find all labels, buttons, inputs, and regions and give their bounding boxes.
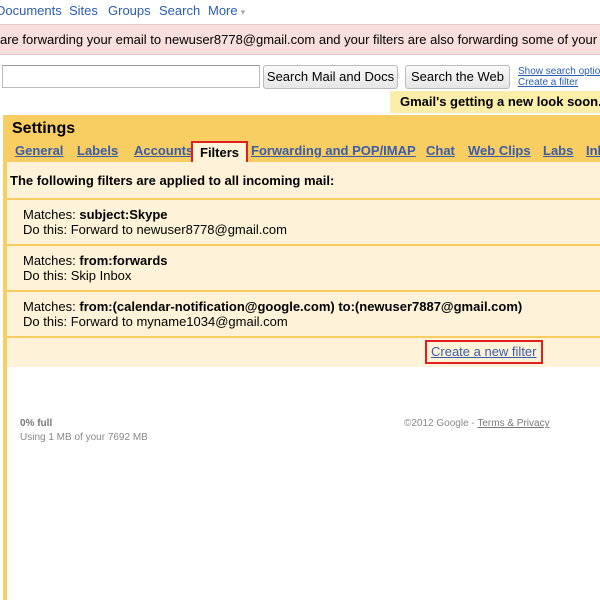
copyright: ©2012 Google - [404, 418, 478, 429]
action-label: Do this: [23, 222, 68, 237]
storage-usage: Using 1 MB of your 7692 MB [20, 432, 148, 443]
top-navigation: Documents Sites Groups Search More ▾ [0, 0, 600, 22]
search-links: Show search options Create a filter [518, 66, 600, 88]
filters-content: The following filters are applied to all… [7, 162, 600, 367]
show-search-options-link[interactable]: Show search options [518, 66, 600, 77]
matches-label: Matches: [23, 253, 76, 268]
nav-documents[interactable]: Documents [0, 3, 62, 18]
tab-labels[interactable]: Labels [77, 143, 118, 158]
matches-value: subject:Skype [79, 207, 168, 222]
action-value: Forward to newuser8778@gmail.com [70, 222, 287, 237]
nav-search[interactable]: Search [159, 3, 200, 18]
tab-general[interactable]: General [15, 143, 63, 158]
matches-label: Matches: [23, 207, 76, 222]
nav-groups[interactable]: Groups [108, 3, 151, 18]
action-value: Forward to myname1034@gmail.com [70, 314, 288, 329]
tab-web-clips[interactable]: Web Clips [468, 143, 531, 158]
create-new-filter-highlight: Create a new filter [425, 340, 543, 364]
new-look-notice: Gmail's getting a new look soon. [390, 91, 600, 113]
search-web-button[interactable]: Search the Web [405, 65, 510, 89]
action-value: Skip Inbox [70, 268, 132, 283]
search-input[interactable] [2, 65, 260, 88]
storage-percent: 0% full [20, 418, 53, 429]
tab-accounts[interactable]: Accounts [134, 143, 193, 158]
chevron-down-icon: ▾ [240, 7, 246, 17]
nav-more[interactable]: More ▾ [208, 3, 245, 18]
action-label: Do this: [23, 268, 68, 283]
filter-row[interactable]: Matches: subject:Skype Do this: Forward … [7, 198, 600, 244]
matches-value: from:forwards [79, 253, 168, 268]
tab-labs[interactable]: Labs [543, 143, 573, 158]
tab-chat[interactable]: Chat [426, 143, 455, 158]
create-filter-link[interactable]: Create a filter [518, 77, 600, 88]
forwarding-warning-banner: are forwarding your email to newuser8778… [0, 24, 600, 55]
footer: ©2012 Google - Terms & Privacy [404, 418, 550, 429]
action-label: Do this: [23, 314, 68, 329]
settings-panel: Settings General Labels Accounts Filters… [3, 115, 600, 600]
nav-sites[interactable]: Sites [69, 3, 98, 18]
filter-row[interactable]: Matches: from:forwards Do this: Skip Inb… [7, 244, 600, 291]
filter-row[interactable]: Matches: from:(calendar-notification@goo… [7, 290, 600, 336]
matches-value: from:(calendar-notification@google.com) … [79, 299, 523, 314]
page-title: Settings [12, 120, 76, 137]
filters-intro: The following filters are applied to all… [10, 173, 335, 188]
new-look-text: Gmail's getting a new look soon. [400, 94, 600, 109]
tab-forwarding[interactable]: Forwarding and POP/IMAP [251, 143, 416, 158]
tab-inbox[interactable]: Inbox [586, 143, 600, 158]
settings-header: Settings General Labels Accounts Filters… [7, 115, 600, 165]
nav-more-label: More [208, 3, 238, 18]
terms-privacy-link[interactable]: Terms & Privacy [477, 418, 549, 429]
create-new-filter-link[interactable]: Create a new filter [431, 344, 537, 359]
search-mail-button[interactable]: Search Mail and Docs [263, 65, 398, 89]
banner-text: are forwarding your email to newuser8778… [0, 32, 600, 47]
matches-label: Matches: [23, 299, 76, 314]
